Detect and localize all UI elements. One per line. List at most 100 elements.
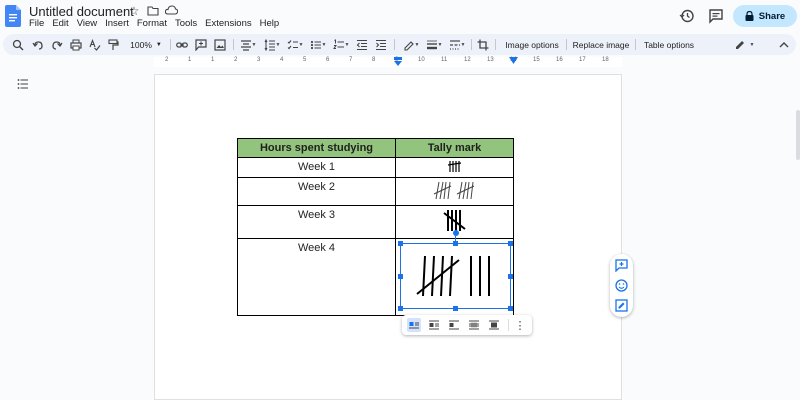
toolbar-divider	[394, 39, 395, 50]
version-history-icon[interactable]	[679, 8, 695, 24]
border-dash-icon[interactable]: ▼	[447, 37, 467, 52]
spellcheck-icon[interactable]	[89, 37, 101, 52]
numbered-list-icon[interactable]: ▼	[331, 37, 351, 52]
decrease-indent-icon[interactable]	[356, 37, 368, 52]
align-center-icon[interactable]: ▼	[238, 37, 258, 52]
week-cell[interactable]: Week 3	[237, 205, 396, 239]
bulleted-list-icon[interactable]: ▼	[308, 37, 328, 52]
resize-handle[interactable]	[398, 241, 403, 246]
menu-tools[interactable]: Tools	[171, 18, 201, 29]
document-title[interactable]: Untitled document	[29, 4, 134, 19]
editing-mode-icon[interactable]: ▼	[731, 37, 757, 52]
suggest-edits-icon[interactable]	[615, 299, 628, 312]
more-options-icon[interactable]: ⋮	[513, 318, 527, 332]
chevron-down-icon: ▼	[251, 41, 257, 48]
share-button[interactable]: Share	[733, 5, 797, 27]
header-bar: Untitled document ☆ File Edit View Inser…	[0, 0, 800, 34]
horizontal-ruler[interactable]	[154, 57, 622, 67]
week-cell[interactable]: Week 2	[237, 177, 396, 206]
border-color-icon[interactable]: ▼	[401, 37, 421, 52]
chevron-down-icon: ▼	[155, 41, 162, 48]
header-hours[interactable]: Hours spent studying	[237, 138, 396, 158]
resize-handle[interactable]	[398, 274, 403, 279]
redo-icon[interactable]	[51, 37, 63, 52]
table-row: Week 3	[237, 205, 514, 239]
zoom-value: 100%	[130, 39, 152, 50]
table-options-button[interactable]: Table options	[640, 37, 698, 52]
right-indent-marker-icon[interactable]	[509, 57, 518, 65]
crop-image-icon[interactable]	[477, 37, 489, 52]
star-icon[interactable]: ☆	[127, 4, 141, 18]
insert-image-icon[interactable]	[214, 37, 226, 52]
tally-mark-image[interactable]	[442, 209, 468, 233]
ruler-number: 13	[487, 57, 494, 63]
cloud-status-icon[interactable]	[165, 5, 178, 15]
break-text-option[interactable]	[447, 318, 461, 332]
docs-logo-icon[interactable]	[5, 5, 21, 27]
menu-help[interactable]: Help	[256, 18, 284, 29]
checklist-icon[interactable]: ▼	[285, 37, 305, 52]
chevron-down-icon: ▼	[344, 41, 350, 48]
toolbar-divider	[495, 39, 496, 50]
paint-format-icon[interactable]	[107, 37, 119, 52]
toolbar-divider	[635, 39, 636, 50]
toolbar-divider	[233, 39, 234, 50]
emoji-reaction-icon[interactable]	[615, 279, 628, 292]
zoom-select[interactable]: 100% ▼	[127, 37, 165, 52]
chevron-down-icon: ▼	[321, 41, 327, 48]
vertical-scrollbar[interactable]	[796, 110, 800, 160]
ruler-number: 11	[441, 57, 448, 63]
ruler-number: 4	[280, 57, 284, 63]
chevron-down-icon: ▼	[298, 41, 304, 48]
search-menus-icon[interactable]	[12, 37, 24, 52]
resize-handle[interactable]	[508, 274, 513, 279]
border-weight-icon[interactable]: ▼	[424, 37, 444, 52]
ruler-number: 15	[533, 57, 540, 63]
toolbar: 100% ▼ ▼ ▼ ▼ ▼ ▼ ▼ ▼ ▼ Image options Repl…	[3, 34, 796, 55]
image-selection-box[interactable]	[398, 241, 513, 311]
add-comment-icon[interactable]	[615, 259, 628, 272]
menu-file[interactable]: File	[25, 18, 48, 29]
indent-marker-icon[interactable]	[393, 57, 403, 66]
resize-handle[interactable]	[508, 306, 513, 311]
in-front-of-text-option[interactable]	[487, 318, 501, 332]
header-tally[interactable]: Tally mark	[395, 138, 514, 158]
tally-mark-image[interactable]	[447, 160, 462, 173]
ruler-number: 1	[211, 57, 215, 63]
resize-handle[interactable]	[508, 241, 513, 246]
move-folder-icon[interactable]	[147, 5, 159, 16]
tally-cell[interactable]	[395, 157, 514, 178]
resize-handle[interactable]	[398, 306, 403, 311]
table-header-row: Hours spent studying Tally mark	[237, 138, 514, 158]
menu-view[interactable]: View	[73, 18, 101, 29]
in-line-option[interactable]	[407, 318, 421, 332]
week-cell[interactable]: Week 1	[237, 157, 396, 178]
image-options-button[interactable]: Image options	[501, 37, 563, 52]
ruler-number: 2	[234, 57, 238, 63]
menu-extensions[interactable]: Extensions	[201, 18, 255, 29]
menu-insert[interactable]: Insert	[101, 18, 133, 29]
chevron-down-icon: ▼	[749, 41, 755, 48]
rotate-handle[interactable]	[453, 230, 459, 236]
print-icon[interactable]	[70, 37, 82, 52]
insert-link-icon[interactable]	[176, 37, 188, 52]
ruler-number: 16	[556, 57, 563, 63]
document-outline-icon[interactable]	[17, 78, 29, 90]
increase-indent-icon[interactable]	[375, 37, 387, 52]
wrap-text-option[interactable]	[427, 318, 441, 332]
tally-mark-image[interactable]	[433, 180, 477, 200]
resize-handle[interactable]	[453, 306, 458, 311]
add-comment-icon[interactable]	[195, 37, 207, 52]
week-cell[interactable]: Week 4	[237, 238, 396, 316]
replace-image-button[interactable]: Replace image	[570, 37, 632, 52]
side-actions-panel	[610, 254, 633, 317]
behind-text-option[interactable]	[467, 318, 481, 332]
comments-icon[interactable]	[708, 8, 724, 24]
line-spacing-icon[interactable]: ▼	[262, 37, 282, 52]
menu-format[interactable]: Format	[133, 18, 171, 29]
undo-icon[interactable]	[32, 37, 44, 52]
menu-edit[interactable]: Edit	[48, 18, 72, 29]
ruler-number: 3	[257, 57, 261, 63]
chevron-up-icon[interactable]	[778, 37, 790, 52]
tally-cell[interactable]	[395, 177, 514, 206]
